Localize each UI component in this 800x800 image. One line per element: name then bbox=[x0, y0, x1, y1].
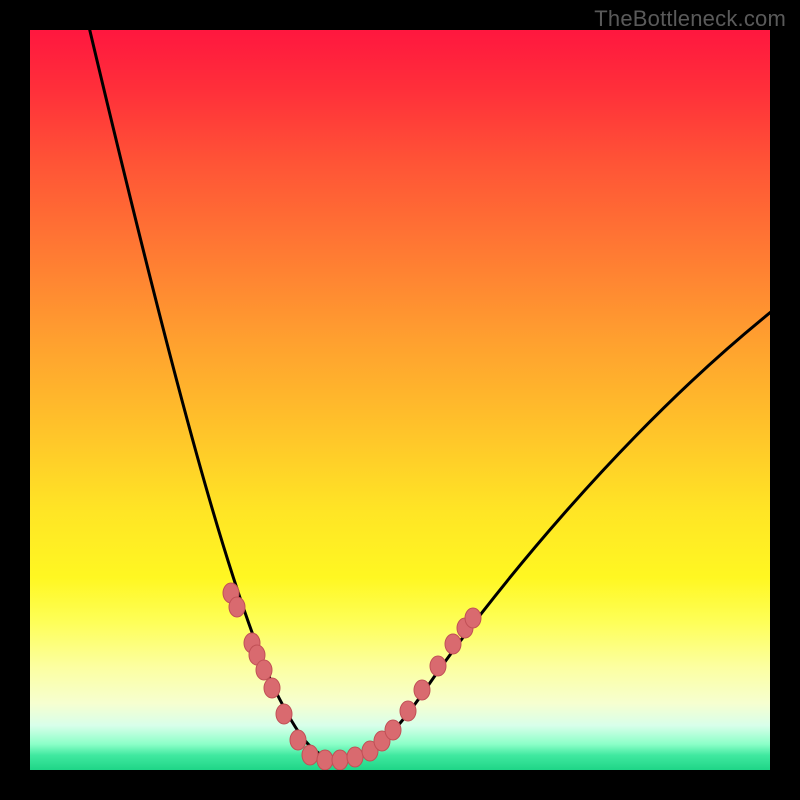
marker-dot bbox=[445, 634, 461, 654]
marker-dot bbox=[414, 680, 430, 700]
watermark-text: TheBottleneck.com bbox=[594, 6, 786, 32]
curve-group bbox=[85, 30, 770, 759]
marker-dot bbox=[332, 750, 348, 770]
marker-dot bbox=[264, 678, 280, 698]
marker-dot bbox=[385, 720, 401, 740]
chart-svg bbox=[30, 30, 770, 770]
marker-dot bbox=[302, 745, 318, 765]
marker-dot bbox=[229, 597, 245, 617]
marker-dot bbox=[276, 704, 292, 724]
plot-area bbox=[30, 30, 770, 770]
marker-dot bbox=[430, 656, 446, 676]
marker-dot bbox=[290, 730, 306, 750]
chart-frame: TheBottleneck.com bbox=[0, 0, 800, 800]
marker-dot bbox=[347, 747, 363, 767]
marker-dot bbox=[400, 701, 416, 721]
marker-dot bbox=[256, 660, 272, 680]
marker-dot bbox=[465, 608, 481, 628]
bottleneck-curve bbox=[85, 30, 770, 759]
curve-markers bbox=[223, 583, 481, 770]
marker-dot bbox=[317, 750, 333, 770]
